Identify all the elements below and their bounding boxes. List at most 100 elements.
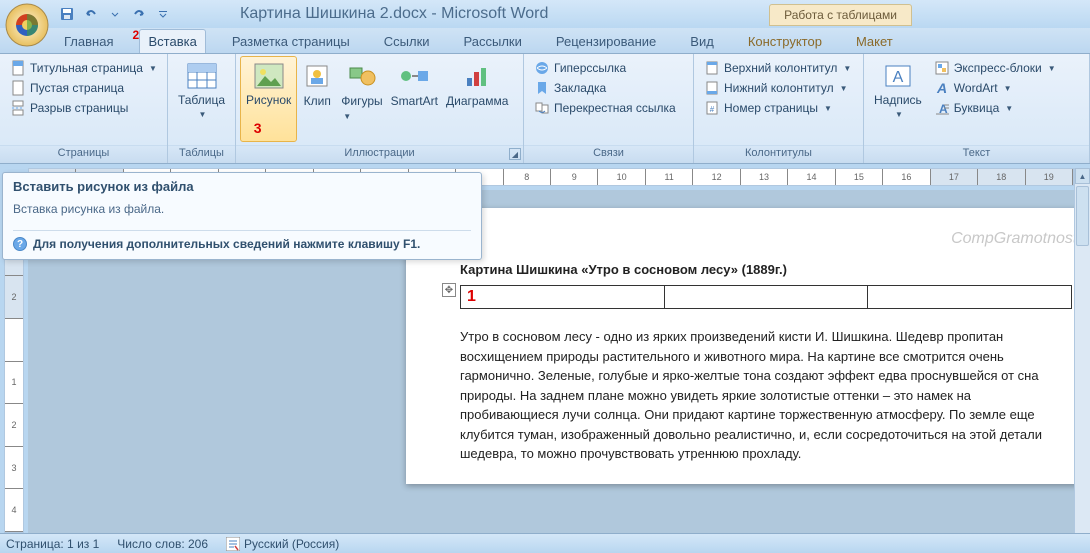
group-pages: Титульная страница▼ Пустая страница Разр… [0, 54, 168, 163]
clipart-icon [301, 60, 333, 92]
footer-icon [704, 80, 720, 96]
chevron-down-icon: ▼ [840, 84, 848, 93]
office-button[interactable] [4, 2, 50, 48]
tooltip-help: ?Для получения дополнительных сведений н… [13, 230, 471, 251]
crossref-button[interactable]: Перекрестная ссылка [530, 98, 680, 118]
document-heading[interactable]: Картина Шишкина «Утро в сосновом лесу» (… [460, 262, 1072, 277]
badge-2: 2 [132, 28, 139, 42]
window-title: Картина Шишкина 2.docx - Microsoft Word [240, 5, 548, 23]
group-illustrations: Рисунок 3 Клип Фигуры▼ SmartArt Диаграмм… [236, 54, 524, 163]
chevron-down-icon: ▼ [843, 64, 851, 73]
quickparts-button[interactable]: Экспресс-блоки▼ [930, 58, 1060, 78]
table-cell[interactable] [868, 286, 1072, 309]
badge-3: 3 [254, 120, 262, 136]
language-icon [226, 537, 240, 551]
picture-button[interactable]: Рисунок 3 [240, 56, 297, 142]
chevron-down-icon: ▼ [1048, 64, 1056, 73]
chevron-down-icon: ▼ [343, 112, 351, 121]
group-label-pages: Страницы [0, 145, 167, 163]
hyperlink-button[interactable]: Гиперссылка [530, 58, 680, 78]
page-break-icon [10, 100, 26, 116]
hyperlink-icon [534, 60, 550, 76]
clipart-button[interactable]: Клип [297, 56, 337, 108]
watermark: CompGramotnost.ru [951, 230, 1074, 248]
chevron-down-icon: ▼ [199, 110, 207, 119]
undo-dropdown-icon[interactable] [104, 3, 126, 25]
tooltip-title: Вставить рисунок из файла [13, 179, 471, 194]
picture-icon [253, 60, 285, 92]
smartart-icon [398, 60, 430, 92]
scroll-up-button[interactable]: ▲ [1075, 168, 1090, 184]
blank-page-button[interactable]: Пустая страница [6, 78, 161, 98]
svg-text:A: A [893, 69, 904, 86]
chevron-down-icon: ▼ [1004, 84, 1012, 93]
document-table[interactable]: 1 [460, 285, 1072, 309]
chart-button[interactable]: Диаграмма [442, 56, 512, 108]
tooltip-description: Вставка рисунка из файла. [13, 202, 471, 216]
tab-insert[interactable]: 2Вставка [139, 29, 205, 53]
crossref-icon [534, 100, 550, 116]
quick-access-toolbar [56, 3, 174, 25]
group-headerfooter: Верхний колонтитул▼ Нижний колонтитул▼ #… [694, 54, 864, 163]
page-number-button[interactable]: #Номер страницы▼ [700, 98, 855, 118]
textbox-button[interactable]: A Надпись▼ [868, 56, 928, 142]
status-language[interactable]: Русский (Россия) [226, 537, 339, 551]
page-break-button[interactable]: Разрыв страницы [6, 98, 161, 118]
chevron-down-icon: ▼ [824, 104, 832, 113]
tab-review[interactable]: Рецензирование [548, 30, 664, 53]
status-page[interactable]: Страница: 1 из 1 [6, 537, 99, 551]
tab-mailings[interactable]: Рассылки [456, 30, 530, 53]
qat-customize-icon[interactable] [152, 3, 174, 25]
tab-home[interactable]: Главная [56, 30, 121, 53]
tooltip-insert-picture: Вставить рисунок из файла Вставка рисунк… [2, 172, 482, 260]
vertical-scrollbar[interactable]: ▲ [1074, 168, 1090, 533]
group-label-text: Текст [864, 145, 1089, 163]
document-page[interactable]: CompGramotnost.ru Картина Шишкина «Утро … [406, 208, 1074, 484]
group-label-headerfooter: Колонтитулы [694, 145, 863, 163]
scroll-thumb[interactable] [1076, 186, 1089, 246]
tab-view[interactable]: Вид [682, 30, 722, 53]
tab-design[interactable]: Конструктор [740, 30, 830, 53]
save-icon[interactable] [56, 3, 78, 25]
svg-text:A: A [936, 80, 947, 96]
dropcap-button[interactable]: AБуквица▼ [930, 98, 1060, 118]
title-bar: Картина Шишкина 2.docx - Microsoft Word … [0, 0, 1090, 28]
table-cell[interactable]: 1 [461, 286, 665, 309]
smartart-button[interactable]: SmartArt [387, 56, 442, 108]
cover-page-button[interactable]: Титульная страница▼ [6, 58, 161, 78]
table-row: 1 [461, 286, 1072, 309]
status-bar: Страница: 1 из 1 Число слов: 206 Русский… [0, 533, 1090, 553]
tab-references[interactable]: Ссылки [376, 30, 438, 53]
chart-icon [461, 60, 493, 92]
wordart-button[interactable]: AWordArt▼ [930, 78, 1060, 98]
status-word-count[interactable]: Число слов: 206 [117, 537, 208, 551]
group-label-tables: Таблицы [168, 145, 235, 163]
group-tables: Таблица▼ Таблицы [168, 54, 236, 163]
svg-text:#: # [710, 105, 715, 114]
dialog-launcher-icon[interactable]: ◢ [509, 148, 521, 160]
page-number-icon: # [704, 100, 720, 116]
table-button[interactable]: Таблица▼ [172, 56, 231, 142]
tab-layout[interactable]: Макет [848, 30, 901, 53]
table-move-handle[interactable]: ✥ [442, 283, 456, 297]
chevron-down-icon: ▼ [149, 64, 157, 73]
table-tools-contextual: Работа с таблицами [769, 4, 912, 26]
table-cell[interactable] [664, 286, 868, 309]
tab-page-layout[interactable]: Разметка страницы [224, 30, 358, 53]
header-icon [704, 60, 720, 76]
ribbon: Титульная страница▼ Пустая страница Разр… [0, 54, 1090, 164]
chevron-down-icon: ▼ [895, 110, 903, 119]
quickparts-icon [934, 60, 950, 76]
group-links: Гиперссылка Закладка Перекрестная ссылка… [524, 54, 694, 163]
header-button[interactable]: Верхний колонтитул▼ [700, 58, 855, 78]
textbox-icon: A [882, 60, 914, 92]
undo-icon[interactable] [80, 3, 102, 25]
document-body-text[interactable]: Утро в сосновом лесу - одно из ярких про… [460, 327, 1072, 464]
shapes-button[interactable]: Фигуры▼ [337, 56, 386, 122]
footer-button[interactable]: Нижний колонтитул▼ [700, 78, 855, 98]
group-label-illustrations: Иллюстрации◢ [236, 145, 523, 163]
group-text: A Надпись▼ Экспресс-блоки▼ AWordArt▼ AБу… [864, 54, 1090, 163]
group-label-links: Связи [524, 145, 693, 163]
bookmark-button[interactable]: Закладка [530, 78, 680, 98]
redo-icon[interactable] [128, 3, 150, 25]
